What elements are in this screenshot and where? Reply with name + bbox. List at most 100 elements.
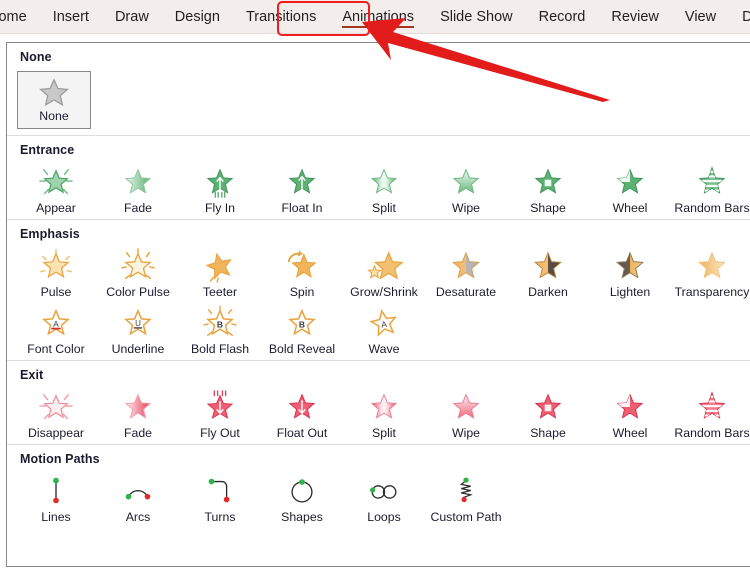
tab-slide-show[interactable]: Slide Show xyxy=(427,0,526,34)
gallery-section-motion-paths: Motion Paths Lines Arcs Turns Shapes Loo… xyxy=(7,444,750,528)
svg-text:A: A xyxy=(380,319,388,330)
path-line-icon xyxy=(34,473,78,509)
gallery-item-exit-float-out[interactable]: Float Out xyxy=(261,387,343,444)
svg-text:U: U xyxy=(135,319,141,328)
gallery-item-emphasis-grow-shrink[interactable]: Grow/Shrink xyxy=(343,246,425,303)
gallery-item-emphasis-spin[interactable]: Spin xyxy=(261,246,343,303)
gallery-item-exit-wheel[interactable]: Wheel xyxy=(589,387,671,444)
tab-record[interactable]: Record xyxy=(526,0,599,34)
tab-transitions[interactable]: Transitions xyxy=(233,0,329,34)
star-wheel-icon xyxy=(608,389,652,425)
section-header-entrance: Entrance xyxy=(20,143,75,157)
gallery-item-exit-wipe[interactable]: Wipe xyxy=(425,387,507,444)
gallery-item-label: Shapes xyxy=(281,510,323,524)
tab-draw[interactable]: Draw xyxy=(102,0,162,34)
gallery-item-entrance-shape[interactable]: Shape xyxy=(507,162,589,219)
star-desaturate-icon xyxy=(444,248,488,284)
gallery-item-label: Fly Out xyxy=(200,426,240,440)
gallery-item-entrance-fade[interactable]: Fade xyxy=(97,162,179,219)
gallery-item-motion-loops[interactable]: Loops xyxy=(343,471,425,528)
gallery-item-motion-turns[interactable]: Turns xyxy=(179,471,261,528)
gallery-item-label: Shape xyxy=(530,426,566,440)
ribbon-tab-bar: Home Insert Draw Design Transitions Anim… xyxy=(0,0,750,34)
tab-developer[interactable]: Developer xyxy=(729,0,750,34)
gallery-item-motion-lines[interactable]: Lines xyxy=(15,471,97,528)
gallery-item-label: Pulse xyxy=(40,285,72,299)
gallery-item-emphasis-wave[interactable]: A Wave xyxy=(343,303,425,360)
gallery-item-entrance-wheel[interactable]: Wheel xyxy=(589,162,671,219)
emphasis-row-2: A Font Color U Underline B Bold Flash B … xyxy=(7,303,750,360)
gallery-item-emphasis-bold-flash[interactable]: B Bold Flash xyxy=(179,303,261,360)
gallery-item-emphasis-lighten[interactable]: Lighten xyxy=(589,246,671,303)
gallery-item-label: Loops xyxy=(367,510,401,524)
gallery-item-exit-split[interactable]: Split xyxy=(343,387,425,444)
gallery-item-none[interactable]: None xyxy=(17,71,91,129)
gallery-item-emphasis-color-pulse[interactable]: Color Pulse xyxy=(97,246,179,303)
gallery-item-label: Spin xyxy=(289,285,315,299)
tab-home[interactable]: Home xyxy=(0,0,40,34)
gallery-item-emphasis-transparency[interactable]: Transparency xyxy=(671,246,750,303)
gallery-item-entrance-appear[interactable]: Appear xyxy=(15,162,97,219)
gallery-item-entrance-wipe[interactable]: Wipe xyxy=(425,162,507,219)
gallery-item-emphasis-desaturate[interactable]: Desaturate xyxy=(425,246,507,303)
section-header-exit: Exit xyxy=(20,368,44,382)
gallery-item-entrance-float-in[interactable]: Float In xyxy=(261,162,343,219)
star-split-icon xyxy=(362,389,406,425)
gallery-item-entrance-split[interactable]: Split xyxy=(343,162,425,219)
tab-review-label: Review xyxy=(611,8,659,25)
gallery-item-label: Turns xyxy=(204,510,236,524)
tab-record-label: Record xyxy=(538,8,586,25)
tab-view[interactable]: View xyxy=(672,0,729,34)
gallery-item-exit-disappear[interactable]: Disappear xyxy=(15,387,97,444)
gallery-item-emphasis-font-color[interactable]: A Font Color xyxy=(15,303,97,360)
gallery-item-motion-shapes[interactable]: Shapes xyxy=(261,471,343,528)
gallery-item-emphasis-darken[interactable]: Darken xyxy=(507,246,589,303)
gallery-item-label: Fade xyxy=(123,201,153,215)
star-split-icon xyxy=(362,164,406,200)
gallery-item-motion-arcs[interactable]: Arcs xyxy=(97,471,179,528)
star-burst-outline-icon xyxy=(34,389,78,425)
tab-draw-label: Draw xyxy=(114,8,149,25)
gallery-item-label: Custom Path xyxy=(430,510,502,524)
gallery-item-entrance-fly-in[interactable]: Fly In xyxy=(179,162,261,219)
star-shape-icon xyxy=(526,389,570,425)
star-float-down-icon xyxy=(280,389,324,425)
gallery-item-label: Teeter xyxy=(202,285,238,299)
gallery-item-label: Random Bars xyxy=(674,201,750,215)
star-gray-icon xyxy=(39,77,69,109)
tab-insert[interactable]: Insert xyxy=(40,0,102,34)
gallery-item-emphasis-underline[interactable]: U Underline xyxy=(97,303,179,360)
star-wipe-icon xyxy=(444,389,488,425)
tab-insert-label: Insert xyxy=(52,8,89,25)
gallery-item-label: Lighten xyxy=(609,285,651,299)
star-darken-icon xyxy=(526,248,570,284)
star-arrow-up-icon xyxy=(198,164,242,200)
gallery-item-emphasis-pulse[interactable]: Pulse xyxy=(15,246,97,303)
star-bars-icon xyxy=(690,164,734,200)
gallery-item-label: Disappear xyxy=(27,426,85,440)
gallery-item-exit-fly-out[interactable]: Fly Out xyxy=(179,387,261,444)
gallery-item-label: Transparency xyxy=(674,285,750,299)
motion-paths-row-1: Lines Arcs Turns Shapes Loops Custom Pat… xyxy=(7,471,750,528)
gallery-item-exit-fade[interactable]: Fade xyxy=(97,387,179,444)
gallery-item-motion-custom-path[interactable]: Custom Path xyxy=(425,471,507,528)
entrance-row-1: Appear Fade Fly In Float In Split Wipe S… xyxy=(7,162,750,219)
gallery-item-emphasis-bold-reveal[interactable]: B Bold Reveal xyxy=(261,303,343,360)
section-header-emphasis: Emphasis xyxy=(20,227,80,241)
gallery-item-exit-random-bars[interactable]: Random Bars xyxy=(671,387,750,444)
tab-animations[interactable]: Animations xyxy=(329,0,427,34)
gallery-item-label: Appear xyxy=(36,201,76,215)
gallery-item-label: Wheel xyxy=(612,426,648,440)
star-wheel-icon xyxy=(608,164,652,200)
star-underline-icon: U xyxy=(116,305,160,341)
path-turn-icon xyxy=(198,473,242,509)
tab-animations-label: Animations xyxy=(342,8,415,28)
star-color-pulse-icon xyxy=(116,248,160,284)
star-bars-icon xyxy=(690,389,734,425)
gallery-section-entrance: Entrance Appear Fade Fly In Float In Spl… xyxy=(7,135,750,219)
gallery-item-entrance-random-bars[interactable]: Random Bars xyxy=(671,162,750,219)
tab-review[interactable]: Review xyxy=(598,0,672,34)
gallery-item-emphasis-teeter[interactable]: Teeter xyxy=(179,246,261,303)
tab-design[interactable]: Design xyxy=(162,0,233,34)
gallery-item-exit-shape[interactable]: Shape xyxy=(507,387,589,444)
